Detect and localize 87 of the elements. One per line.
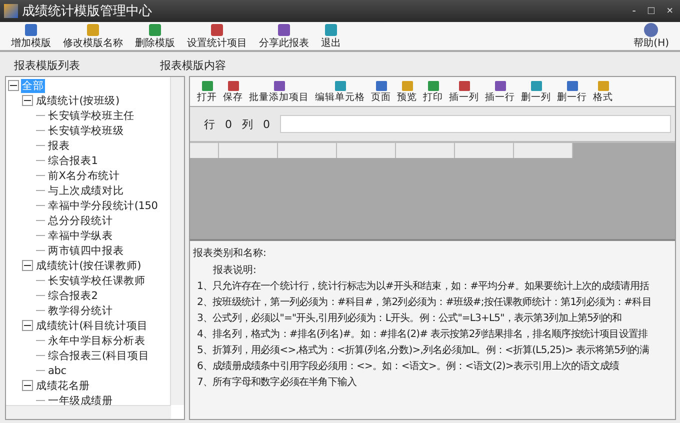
collapse-icon[interactable] — [22, 320, 33, 331]
toolbar-button[interactable]: 插一列 — [446, 80, 482, 103]
toolbar-button[interactable]: 保存 — [220, 80, 246, 103]
tree-item[interactable]: 前X名分布统计 — [47, 168, 121, 182]
panel-title: 报表模版列表 — [14, 58, 81, 73]
tree-item[interactable]: abc — [47, 364, 68, 376]
toolbar-icon — [276, 22, 292, 38]
row-label: 行 — [204, 116, 215, 132]
tree-item[interactable]: 长安镇学校班级 — [47, 124, 125, 138]
notes-label: 报表说明: — [212, 264, 258, 277]
horizontal-scrollbar[interactable] — [6, 405, 171, 419]
note-line: 6、成绩册成绩条中引用字段必须用：<>。如：<语文>。例：<语文(2)>表示引用上次的语文成绩 — [197, 360, 620, 373]
tree-item[interactable]: 两市镇四中报表 — [47, 244, 125, 258]
toolbar-icon — [494, 80, 506, 92]
toolbar-button[interactable]: 编辑单元格 — [312, 80, 368, 103]
tree-item[interactable]: 成绩统计(科目统计项目 — [35, 318, 149, 332]
window-control-button[interactable]: × — [664, 5, 676, 17]
toolbar-icon — [85, 22, 101, 38]
tree-item[interactable]: 成绩统计(按班级) — [35, 94, 120, 108]
collapse-icon[interactable] — [8, 80, 19, 91]
tree-item[interactable]: 综合报表2 — [47, 288, 99, 302]
toolbar-icon — [272, 80, 286, 92]
toolbar-icon — [426, 80, 440, 92]
toolbar-button[interactable]: 删一列 — [518, 80, 554, 103]
tree-item[interactable]: 长安镇学校班主任 — [47, 108, 136, 122]
help-button[interactable]: 帮助(H) — [628, 22, 674, 50]
toolbar-icon — [596, 80, 610, 92]
toolbar-icon — [374, 80, 388, 92]
row-value: 0 — [225, 118, 232, 130]
toolbar-button[interactable]: 增加模版 — [6, 22, 56, 50]
collapse-icon[interactable] — [22, 95, 33, 106]
note-line: 7、所有字母和数字必须在半角下输入 — [197, 376, 358, 389]
toolbar-button[interactable]: 预览 — [394, 80, 420, 103]
toolbar-icon — [147, 22, 163, 38]
tree-item[interactable]: 总分分段统计 — [47, 214, 114, 228]
collapse-icon[interactable] — [22, 380, 33, 391]
collapse-icon[interactable] — [22, 260, 33, 271]
note-line: 1、只允许存在一个统计行，统计行标志为以#开头和结束，如：#平均分#。如果要统计上次的成绩请用括 — [197, 280, 650, 293]
toolbar-icon — [23, 22, 39, 38]
window-title: 成绩统计模版管理中心 — [22, 3, 152, 20]
window-control-button[interactable]: □ — [644, 5, 658, 17]
note-line: 3、公式列，必须以"="开头,引用列必须为：L开头。例：公式"=L3+L5"，表示第3列加上第5列的和 — [197, 312, 623, 325]
note-line: 2、按班级统计，第一列必须为：#科目#，第2列必须为：#班级#;按任课教师统计：第1列必须为：#科目 — [197, 296, 652, 309]
toolbar-button[interactable]: 打印 — [420, 80, 446, 103]
column-label: 列 — [242, 116, 253, 132]
toolbar-button[interactable]: 页面 — [368, 80, 394, 103]
tree-item[interactable]: 幸福中学分段统计(150 — [47, 198, 159, 212]
toolbar-icon — [530, 80, 542, 92]
toolbar-button[interactable]: 退出 — [316, 22, 346, 50]
toolbar-icon — [209, 22, 225, 38]
tree-item[interactable]: 与上次成绩对比 — [47, 184, 125, 198]
toolbar-icon — [334, 80, 346, 92]
cell-input-field[interactable] — [280, 115, 671, 133]
toolbar-button[interactable]: 修改模版名称 — [58, 22, 128, 50]
tree-item[interactable]: 成绩花名册 — [35, 378, 92, 392]
tree-item[interactable]: 一年级成绩册 — [47, 394, 114, 408]
note-line: 5、折算列，用必须<>,格式为：<折算(列名,分数)>,列名必须加L。例：<折算(L5,25)> 表示将第5列的满 — [197, 344, 650, 357]
tree-item[interactable]: 长安镇学校任课教师 — [47, 274, 146, 288]
tree-item[interactable]: 综合报表1 — [47, 154, 99, 168]
toolbar-button[interactable]: 分享此报表 — [254, 22, 314, 50]
toolbar-button[interactable]: 插一行 — [482, 80, 518, 103]
tree-item[interactable]: 成绩统计(按任课教师) — [35, 258, 142, 272]
tree-item[interactable]: 报表 — [47, 138, 71, 152]
app-icon — [4, 4, 18, 18]
note-line: 4、排名列，格式为：#排名(列名)#。如：#排名(2)# 表示按第2列结果排名，排名顺序按统计项目设置排 — [197, 328, 649, 341]
vertical-scrollbar[interactable] — [170, 77, 184, 405]
toolbar-button[interactable]: 打开 — [194, 80, 220, 103]
toolbar-button[interactable]: 删除模版 — [130, 22, 180, 50]
category-label: 报表类别和名称: — [193, 246, 268, 260]
panel-title: 报表模版内容 — [160, 58, 226, 73]
help-icon — [643, 22, 660, 38]
tree-item[interactable]: 永年中学目标分析表 — [47, 334, 146, 348]
toolbar-icon — [200, 80, 214, 92]
toolbar-icon — [566, 80, 578, 92]
toolbar-button[interactable]: 设置统计项目 — [182, 22, 252, 50]
toolbar-icon — [458, 80, 470, 92]
toolbar-icon — [226, 80, 240, 92]
tree-item[interactable]: 教学得分统计 — [47, 304, 114, 318]
toolbar-icon — [400, 80, 414, 92]
column-value: 0 — [263, 118, 270, 130]
tree-item[interactable]: 综合报表三(科目项目 — [47, 348, 150, 362]
tree-item[interactable]: 幸福中学纵表 — [47, 228, 114, 242]
window-control-button[interactable]: - — [629, 5, 639, 17]
toolbar-button[interactable]: 批量添加项目 — [246, 80, 312, 103]
toolbar-button[interactable]: 删一行 — [554, 80, 590, 103]
toolbar-icon — [323, 22, 339, 38]
toolbar-button[interactable]: 格式 — [590, 80, 616, 103]
